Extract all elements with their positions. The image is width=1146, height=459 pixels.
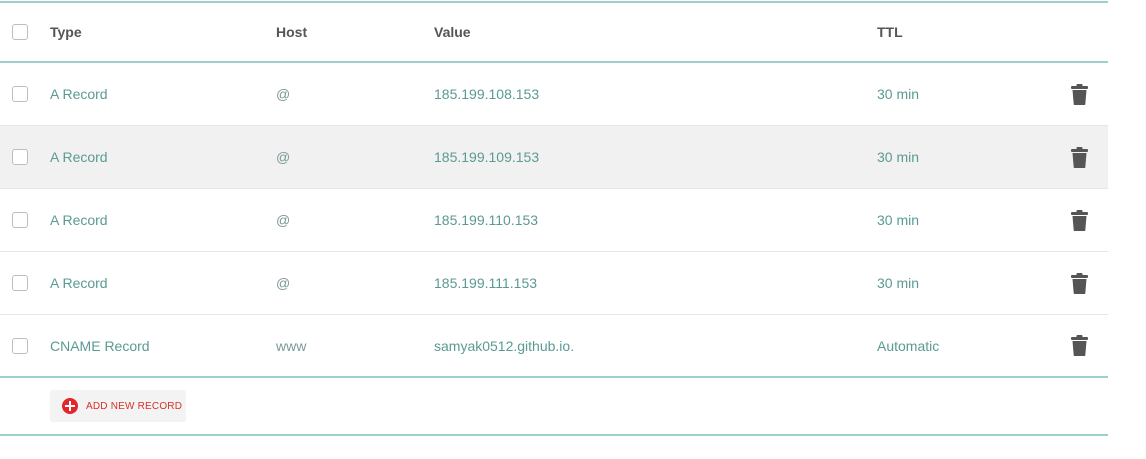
row-checkbox-wrap[interactable] xyxy=(12,252,28,314)
trash-icon[interactable] xyxy=(1071,272,1088,294)
add-new-record-button[interactable]: ADD NEW RECORD xyxy=(50,390,186,422)
plus-circle-icon xyxy=(62,398,78,414)
column-header-ttl[interactable]: TTL xyxy=(877,3,903,61)
delete-record-button[interactable] xyxy=(1071,252,1088,314)
table-row[interactable]: A Record @ 185.199.110.153 30 min xyxy=(0,189,1108,252)
column-header-type[interactable]: Type xyxy=(50,3,82,61)
record-host[interactable]: @ xyxy=(276,252,290,314)
record-host[interactable]: www xyxy=(276,314,306,377)
row-checkbox[interactable] xyxy=(12,337,28,354)
table-row[interactable]: A Record @ 185.199.111.153 30 min xyxy=(0,252,1108,315)
record-host[interactable]: @ xyxy=(276,189,290,251)
select-all-checkbox[interactable] xyxy=(12,24,28,40)
add-new-record-label: ADD NEW RECORD xyxy=(86,400,183,412)
record-host[interactable]: @ xyxy=(276,126,290,188)
record-type[interactable]: A Record xyxy=(50,252,108,314)
record-value[interactable]: samyak0512.github.io. xyxy=(434,314,574,377)
record-value[interactable]: 185.199.111.153 xyxy=(434,252,537,314)
record-value[interactable]: 185.199.110.153 xyxy=(434,189,538,251)
delete-record-button[interactable] xyxy=(1071,63,1088,125)
row-checkbox-wrap[interactable] xyxy=(12,189,28,251)
trash-icon[interactable] xyxy=(1071,209,1088,231)
delete-record-button[interactable] xyxy=(1071,126,1088,188)
record-value[interactable]: 185.199.108.153 xyxy=(434,63,539,125)
table-footer-divider xyxy=(0,376,1108,378)
row-checkbox-wrap[interactable] xyxy=(12,314,28,377)
row-checkbox[interactable] xyxy=(12,86,28,102)
record-host[interactable]: @ xyxy=(276,63,290,125)
trash-icon[interactable] xyxy=(1071,146,1088,168)
row-checkbox-wrap[interactable] xyxy=(12,126,28,188)
row-checkbox[interactable] xyxy=(12,275,28,291)
trash-icon[interactable] xyxy=(1071,83,1088,105)
select-all-checkbox-wrap[interactable] xyxy=(12,3,28,61)
table-row[interactable]: CNAME Record www samyak0512.github.io. A… xyxy=(0,314,1108,377)
table-row[interactable]: A Record @ 185.199.109.153 30 min xyxy=(0,126,1108,189)
delete-record-button[interactable] xyxy=(1071,314,1088,377)
table-bottom-divider xyxy=(0,434,1108,436)
record-ttl[interactable]: 30 min xyxy=(877,63,919,125)
record-type[interactable]: CNAME Record xyxy=(50,314,150,377)
record-value[interactable]: 185.199.109.153 xyxy=(434,126,539,188)
record-type[interactable]: A Record xyxy=(50,63,108,125)
record-ttl[interactable]: 30 min xyxy=(877,252,919,314)
record-ttl[interactable]: 30 min xyxy=(877,189,919,251)
trash-icon[interactable] xyxy=(1071,335,1088,356)
row-checkbox[interactable] xyxy=(12,149,28,165)
row-checkbox-wrap[interactable] xyxy=(12,63,28,125)
column-header-host[interactable]: Host xyxy=(276,3,307,61)
column-header-value[interactable]: Value xyxy=(434,3,471,61)
record-type[interactable]: A Record xyxy=(50,126,108,188)
delete-record-button[interactable] xyxy=(1071,189,1088,251)
record-ttl[interactable]: Automatic xyxy=(877,314,939,377)
record-type[interactable]: A Record xyxy=(50,189,108,251)
table-header: Type Host Value TTL xyxy=(0,3,1108,61)
row-checkbox[interactable] xyxy=(12,212,28,228)
table-row[interactable]: A Record @ 185.199.108.153 30 min xyxy=(0,63,1108,126)
record-ttl[interactable]: 30 min xyxy=(877,126,919,188)
